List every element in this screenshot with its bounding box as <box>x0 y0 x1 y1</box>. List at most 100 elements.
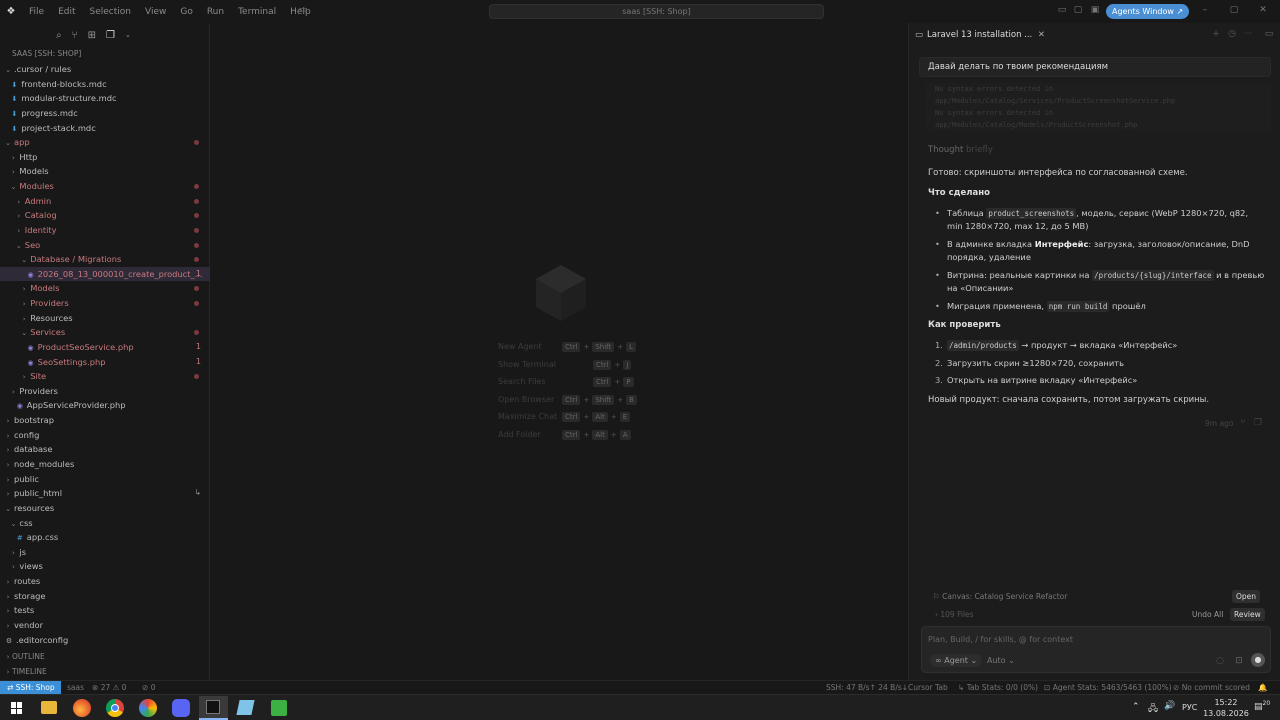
menu-item-file[interactable]: File <box>22 7 51 17</box>
menu-item-selection[interactable]: Selection <box>83 7 138 17</box>
commit-status[interactable]: ⊘ No commit scored <box>1173 681 1250 694</box>
tree-file[interactable]: ⬇ modular-structure.mdc <box>0 91 210 106</box>
tree-folder[interactable]: › Identity <box>0 223 210 238</box>
shortcut-row[interactable]: Add Folder Ctrl + Alt + A <box>498 429 638 444</box>
tree-folder[interactable]: ⌄ Services <box>0 325 210 340</box>
notification-center-icon[interactable]: ▤20 <box>1254 700 1270 712</box>
tree-folder[interactable]: ⌄ Database / Migrations <box>0 252 210 267</box>
chat-input[interactable] <box>928 632 1228 646</box>
mode-selector[interactable]: ∞ Agent ⌄ <box>930 654 983 667</box>
outline-section[interactable]: › OUTLINE <box>0 650 210 665</box>
tree-file[interactable]: ⬇ frontend-blocks.mdc <box>0 77 210 92</box>
tree-folder[interactable]: ⌄ resources <box>0 501 210 516</box>
tree-file[interactable]: ⚙ .editorconfig <box>0 633 210 648</box>
tree-folder[interactable]: › tests <box>0 603 210 618</box>
tree-file[interactable]: ◉ AppServiceProvider.php <box>0 398 210 413</box>
tree-folder[interactable]: › config <box>0 428 210 443</box>
tree-folder[interactable]: › Site <box>0 369 210 384</box>
agents-window-button[interactable]: Agents Window ↗ <box>1106 4 1190 19</box>
extensions-icon[interactable]: ⊞ <box>88 30 96 41</box>
tree-folder[interactable]: › Providers <box>0 296 210 311</box>
tree-folder[interactable]: ⌄ app <box>0 135 210 150</box>
close-window-icon[interactable]: ✕ <box>1258 5 1268 15</box>
model-selector[interactable]: Auto ⌄ <box>982 654 1020 667</box>
tree-folder[interactable]: ⌄ css <box>0 516 210 531</box>
source-control-icon[interactable]: ⑂ <box>72 30 78 41</box>
tree-folder[interactable]: › views <box>0 559 210 574</box>
tree-folder[interactable]: › Catalog <box>0 208 210 223</box>
tab-stats[interactable]: ↳ Tab Stats: 0/0 (0%) <box>958 681 1038 694</box>
shortcut-row[interactable]: New Agent Ctrl + Shift + L <box>498 342 638 356</box>
tree-folder[interactable]: › js <box>0 545 210 560</box>
canvas-row[interactable]: ⚐ Canvas: Catalog Service Refactor <box>933 592 1067 601</box>
notifications-icon[interactable]: 🔔 <box>1258 681 1267 694</box>
more-icon[interactable]: ⋯ <box>1243 29 1253 39</box>
tree-folder[interactable]: › storage <box>0 589 210 604</box>
chat-layout-icon[interactable]: ▢ <box>1073 5 1083 15</box>
firefox-icon[interactable] <box>73 699 91 717</box>
tree-folder[interactable]: › database <box>0 442 210 457</box>
remote-indicator[interactable]: ⇄ SSH: Shop <box>0 681 61 695</box>
tree-folder[interactable]: ⌄ Seo <box>0 238 210 253</box>
network-icon[interactable]: 🖧 <box>1148 701 1158 717</box>
tree-folder[interactable]: › Models <box>0 164 210 179</box>
minimize-icon[interactable]: – <box>1200 5 1210 15</box>
tree-file[interactable]: ◉ SeoSettings.php 1 <box>0 355 210 370</box>
menu-item-run[interactable]: Run <box>200 7 231 17</box>
toggle-sidebar-icon[interactable]: ▭ <box>298 5 308 15</box>
tree-folder[interactable]: › public_html ↳ <box>0 486 210 501</box>
tree-folder[interactable]: › Http <box>0 150 210 165</box>
explorer-root-header[interactable]: SAAS [SSH: SHOP] <box>0 47 210 62</box>
image-icon[interactable]: ⊡ <box>1234 656 1244 666</box>
user-message[interactable]: Давай делать по твоим рекомендациям <box>919 57 1271 77</box>
menu-item-go[interactable]: Go <box>173 7 199 17</box>
shortcut-row[interactable]: Maximize Chat Ctrl + Alt + E <box>498 412 638 426</box>
tree-folder[interactable]: › Models <box>0 281 210 296</box>
history-icon[interactable]: ◷ <box>1227 29 1237 39</box>
layout-icon[interactable]: ▭ <box>1057 5 1067 15</box>
menu-item-terminal[interactable]: Terminal <box>231 7 283 17</box>
tree-file[interactable]: ⬇ progress.mdc <box>0 106 210 121</box>
chrome-dev-icon[interactable] <box>139 699 157 717</box>
thought-indicator[interactable]: Thought briefly <box>928 144 993 157</box>
tree-folder[interactable]: › vendor <box>0 618 210 633</box>
tree-folder[interactable]: › Admin <box>0 194 210 209</box>
files-icon[interactable]: ❐ <box>106 30 115 41</box>
shortcut-row[interactable]: Show Terminal Ctrl + J <box>498 359 638 374</box>
new-chat-icon[interactable]: + <box>1211 29 1221 39</box>
tree-folder[interactable]: › public <box>0 472 210 487</box>
panel-icon[interactable]: ▣ <box>1090 5 1100 15</box>
cursor-app-taskbar-button[interactable] <box>199 696 228 720</box>
messenger-icon[interactable] <box>172 699 190 717</box>
menu-item-edit[interactable]: Edit <box>51 7 82 17</box>
review-button[interactable]: Review <box>1230 608 1265 621</box>
close-tab-icon[interactable]: ✕ <box>1038 27 1045 44</box>
undo-all-button[interactable]: Undo All <box>1188 608 1227 621</box>
tree-folder[interactable]: › Resources <box>0 311 210 326</box>
tree-file[interactable]: # app.css <box>0 530 210 545</box>
maximize-icon[interactable]: ▢ <box>1229 5 1239 15</box>
chrome-icon[interactable] <box>106 699 124 717</box>
tree-file[interactable]: ◉ 2026_08_13_000010_create_product_... 1 <box>0 266 210 282</box>
problems-indicator[interactable]: ⊗ 27 ⚠ 0 <box>92 681 127 694</box>
files-row[interactable]: › 109 Files <box>935 610 974 619</box>
language-indicator[interactable]: РУС <box>1182 703 1197 712</box>
clock[interactable]: 15:22 13.08.2026 <box>1198 697 1254 719</box>
copy-icon[interactable]: ❐ <box>1253 418 1263 428</box>
microphone-icon[interactable]: ● <box>1251 653 1265 667</box>
file-explorer-icon[interactable] <box>41 701 57 714</box>
chevron-down-icon[interactable]: ⌄ <box>125 31 131 39</box>
tree-folder[interactable]: ⌄ .cursor / rules <box>0 62 210 77</box>
app-green-icon[interactable] <box>271 700 287 716</box>
open-canvas-button[interactable]: Open <box>1232 590 1261 603</box>
tree-folder[interactable]: › Providers <box>0 384 210 399</box>
tree-folder[interactable]: › routes <box>0 574 210 589</box>
tray-expand-icon[interactable]: ⌃ <box>1132 702 1140 712</box>
search-icon[interactable]: ⌕ <box>56 30 62 41</box>
notepad-icon[interactable] <box>236 700 255 715</box>
ports-indicator[interactable]: ⊘ 0 <box>142 681 155 694</box>
menu-item-view[interactable]: View <box>138 7 173 17</box>
tree-folder[interactable]: › bootstrap <box>0 413 210 428</box>
panel-toggle-icon[interactable]: ▭ <box>1264 29 1274 39</box>
branch-label[interactable]: saas <box>67 681 84 694</box>
